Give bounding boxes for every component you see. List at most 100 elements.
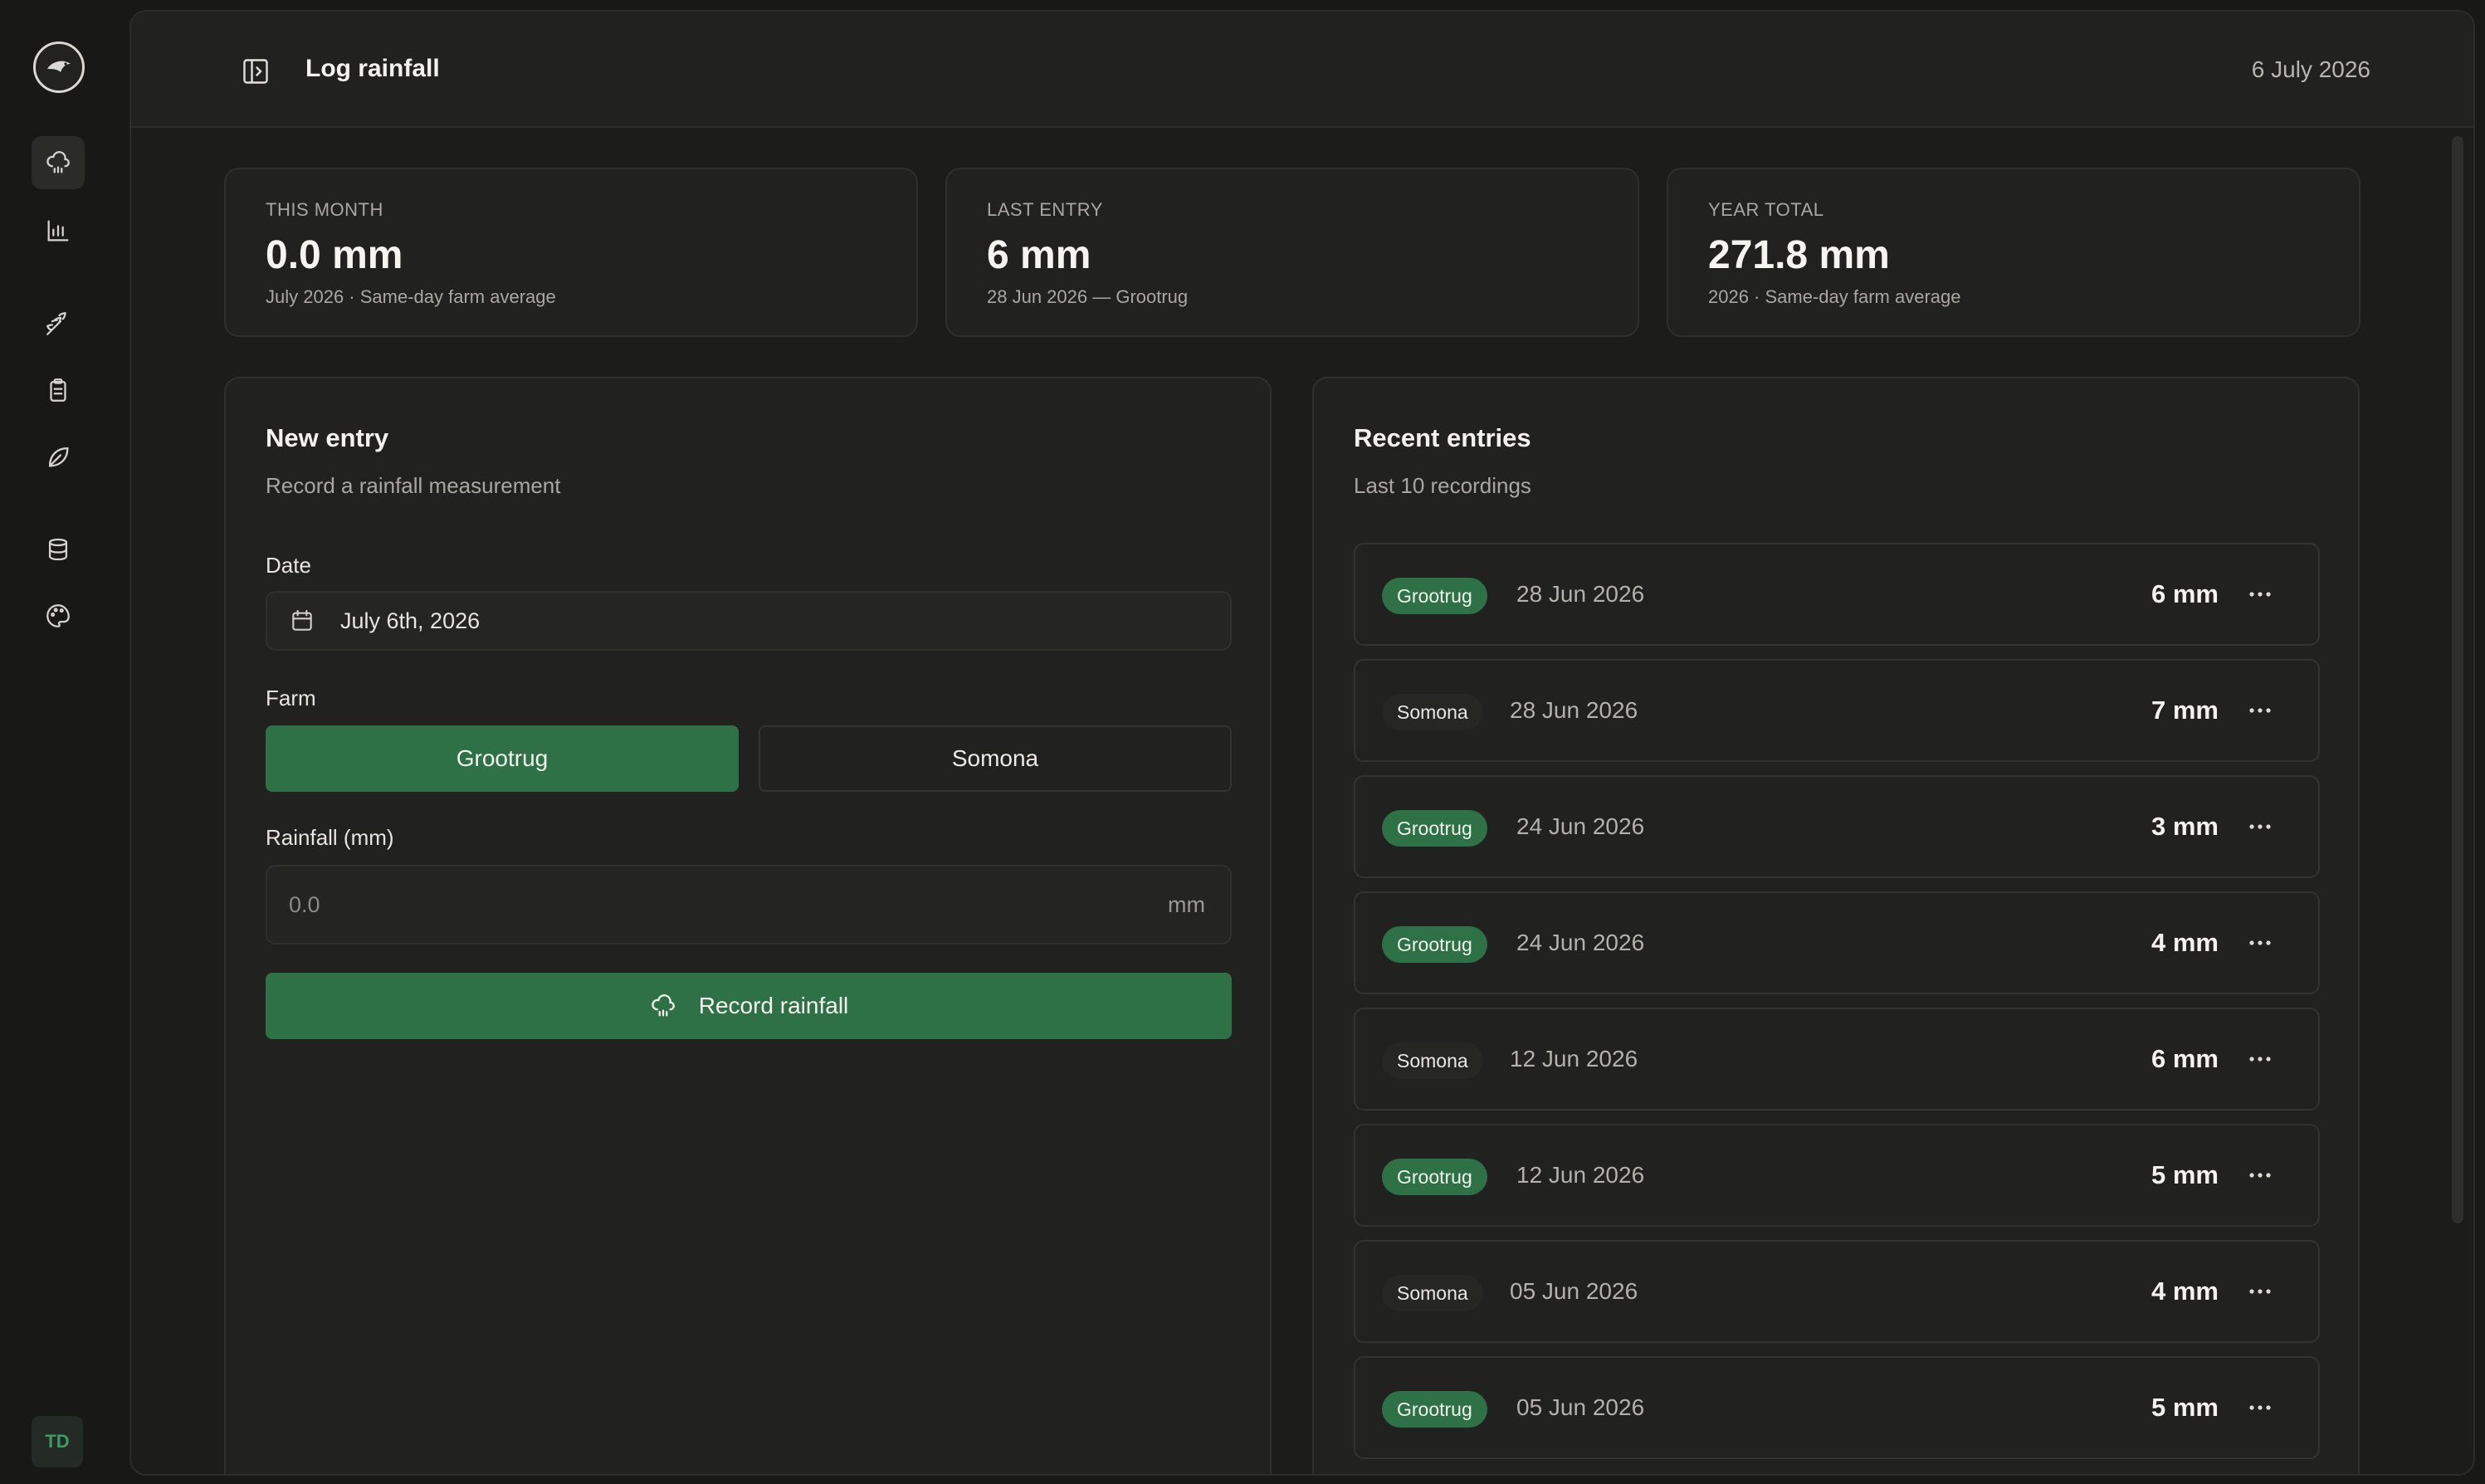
icon-rail: TD	[0, 0, 129, 1484]
cloud-rain-icon	[46, 151, 70, 173]
farm-badge: Grootrug	[1382, 578, 1487, 614]
date-label: Date	[266, 553, 311, 578]
nav-tasks[interactable]	[32, 364, 85, 417]
entry-date: 12 Jun 2026	[1510, 1046, 1638, 1072]
more-options-button[interactable]	[2245, 812, 2275, 842]
ellipsis-icon	[2249, 1173, 2271, 1178]
sidebar-toggle-icon	[243, 59, 268, 84]
rainfall-field[interactable]: mm	[266, 865, 1232, 945]
sidebar-toggle-button[interactable]	[239, 55, 272, 88]
more-options-button[interactable]	[2245, 928, 2275, 958]
nav-fields[interactable]	[32, 430, 85, 483]
recent-entries-subtitle: Last 10 recordings	[1354, 473, 1531, 498]
entry-amount: 5 mm	[2151, 1160, 2219, 1189]
nav-reports[interactable]	[32, 204, 85, 257]
entry-date: 12 Jun 2026	[1516, 1162, 1645, 1188]
stat-value: 271.8 mm	[1708, 233, 1890, 277]
stat-label: THIS MONTH	[266, 199, 383, 220]
more-options-button[interactable]	[2245, 1393, 2275, 1423]
rainfall-input[interactable]	[289, 891, 1036, 918]
more-options-button[interactable]	[2245, 1044, 2275, 1074]
entry-date: 28 Jun 2026	[1516, 581, 1645, 607]
main-panel: Log rainfall 6 July 2026 THIS MONTH 0.0 …	[129, 10, 2475, 1476]
farm-logo[interactable]	[33, 41, 85, 93]
farm-label: Farm	[266, 686, 316, 710]
date-picker[interactable]: July 6th, 2026	[266, 591, 1232, 651]
record-rainfall-button[interactable]: Record rainfall	[266, 973, 1232, 1039]
farm-option-somona[interactable]: Somona	[759, 725, 1232, 792]
entry-date: 24 Jun 2026	[1516, 930, 1645, 955]
date-value: July 6th, 2026	[340, 608, 481, 633]
farm-badge: Grootrug	[1382, 1391, 1487, 1428]
more-options-button[interactable]	[2245, 696, 2275, 725]
entry-amount: 3 mm	[2151, 812, 2219, 841]
new-entry-subtitle: Record a rainfall measurement	[266, 473, 561, 498]
new-entry-card: New entry Record a rainfall measurement …	[224, 377, 1272, 1474]
scrollbar[interactable]	[2452, 136, 2463, 1223]
stat-label: YEAR TOTAL	[1708, 199, 1824, 220]
bird-logo-icon	[47, 61, 71, 72]
stat-this-month: THIS MONTH 0.0 mm July 2026 · Same-day f…	[224, 168, 918, 337]
ellipsis-icon	[2249, 940, 2271, 945]
farm-badge: Grootrug	[1382, 926, 1487, 963]
stat-sub: 28 Jun 2026 — Grootrug	[987, 286, 1189, 307]
recent-entries-title: Recent entries	[1354, 423, 1531, 452]
stat-value: 6 mm	[987, 233, 1091, 277]
ellipsis-icon	[2249, 1057, 2271, 1062]
stat-sub: 2026 · Same-day farm average	[1708, 286, 1961, 307]
entry-row: Somona 05 Jun 2026 4 mm	[1354, 1240, 2320, 1343]
user-avatar[interactable]: TD	[32, 1416, 83, 1467]
farm-option-grootrug[interactable]: Grootrug	[266, 725, 739, 792]
entry-amount: 4 mm	[2151, 928, 2219, 957]
nav-crops[interactable]	[32, 297, 85, 350]
entry-row: Somona 12 Jun 2026 6 mm	[1354, 1008, 2320, 1111]
entry-date: 05 Jun 2026	[1516, 1394, 1645, 1420]
user-initials: TD	[45, 1431, 70, 1452]
ellipsis-icon	[2249, 592, 2271, 597]
calendar-icon	[292, 609, 312, 631]
nav-theme[interactable]	[32, 589, 85, 642]
page-title: Log rainfall	[305, 55, 440, 82]
farm-badge: Somona	[1382, 694, 1483, 730]
wheat-icon	[46, 312, 66, 335]
stat-sub: July 2026 · Same-day farm average	[266, 286, 556, 307]
ellipsis-icon	[2249, 824, 2271, 829]
stat-value: 0.0 mm	[266, 233, 403, 277]
entry-date: 24 Jun 2026	[1516, 813, 1645, 839]
ellipsis-icon	[2249, 1289, 2271, 1294]
database-icon	[48, 538, 68, 561]
more-options-button[interactable]	[2245, 1277, 2275, 1306]
nav-data[interactable]	[32, 523, 85, 576]
stat-label: LAST ENTRY	[987, 199, 1103, 220]
more-options-button[interactable]	[2245, 1160, 2275, 1190]
more-options-button[interactable]	[2245, 579, 2275, 609]
nav-rainfall[interactable]	[32, 136, 85, 189]
new-entry-title: New entry	[266, 423, 389, 452]
top-bar: Log rainfall 6 July 2026	[131, 12, 2473, 128]
recent-entries-card: Recent entries Last 10 recordings Grootr…	[1312, 377, 2360, 1474]
entry-row: Grootrug 24 Jun 2026 4 mm	[1354, 891, 2320, 994]
entry-row: Grootrug 24 Jun 2026 3 mm	[1354, 775, 2320, 878]
bar-chart-icon	[47, 220, 69, 242]
current-date: 6 July 2026	[2251, 56, 2370, 82]
entry-amount: 6 mm	[2151, 1044, 2219, 1073]
stat-last-entry: LAST ENTRY 6 mm 28 Jun 2026 — Grootrug	[945, 168, 1639, 337]
entry-row: Grootrug 12 Jun 2026 5 mm	[1354, 1124, 2320, 1227]
rainfall-label: Rainfall (mm)	[266, 825, 394, 850]
ellipsis-icon	[2249, 1405, 2271, 1410]
entry-row: Grootrug 28 Jun 2026 6 mm	[1354, 543, 2320, 646]
entry-amount: 7 mm	[2151, 696, 2219, 725]
farm-badge: Somona	[1382, 1275, 1483, 1311]
entry-row: Somona 28 Jun 2026 7 mm	[1354, 659, 2320, 762]
rainfall-unit: mm	[1168, 891, 1205, 917]
palette-icon	[46, 604, 70, 627]
farm-badge: Grootrug	[1382, 1159, 1487, 1195]
entry-date: 28 Jun 2026	[1510, 697, 1638, 723]
clipboard-icon	[50, 378, 66, 402]
entry-amount: 5 mm	[2151, 1393, 2219, 1422]
entry-date: 05 Jun 2026	[1510, 1278, 1638, 1304]
stat-year-total: YEAR TOTAL 271.8 mm 2026 · Same-day farm…	[1667, 168, 2361, 337]
farm-badge: Grootrug	[1382, 810, 1487, 847]
entry-row: Grootrug 05 Jun 2026 5 mm	[1354, 1356, 2320, 1459]
entry-amount: 6 mm	[2151, 579, 2219, 608]
